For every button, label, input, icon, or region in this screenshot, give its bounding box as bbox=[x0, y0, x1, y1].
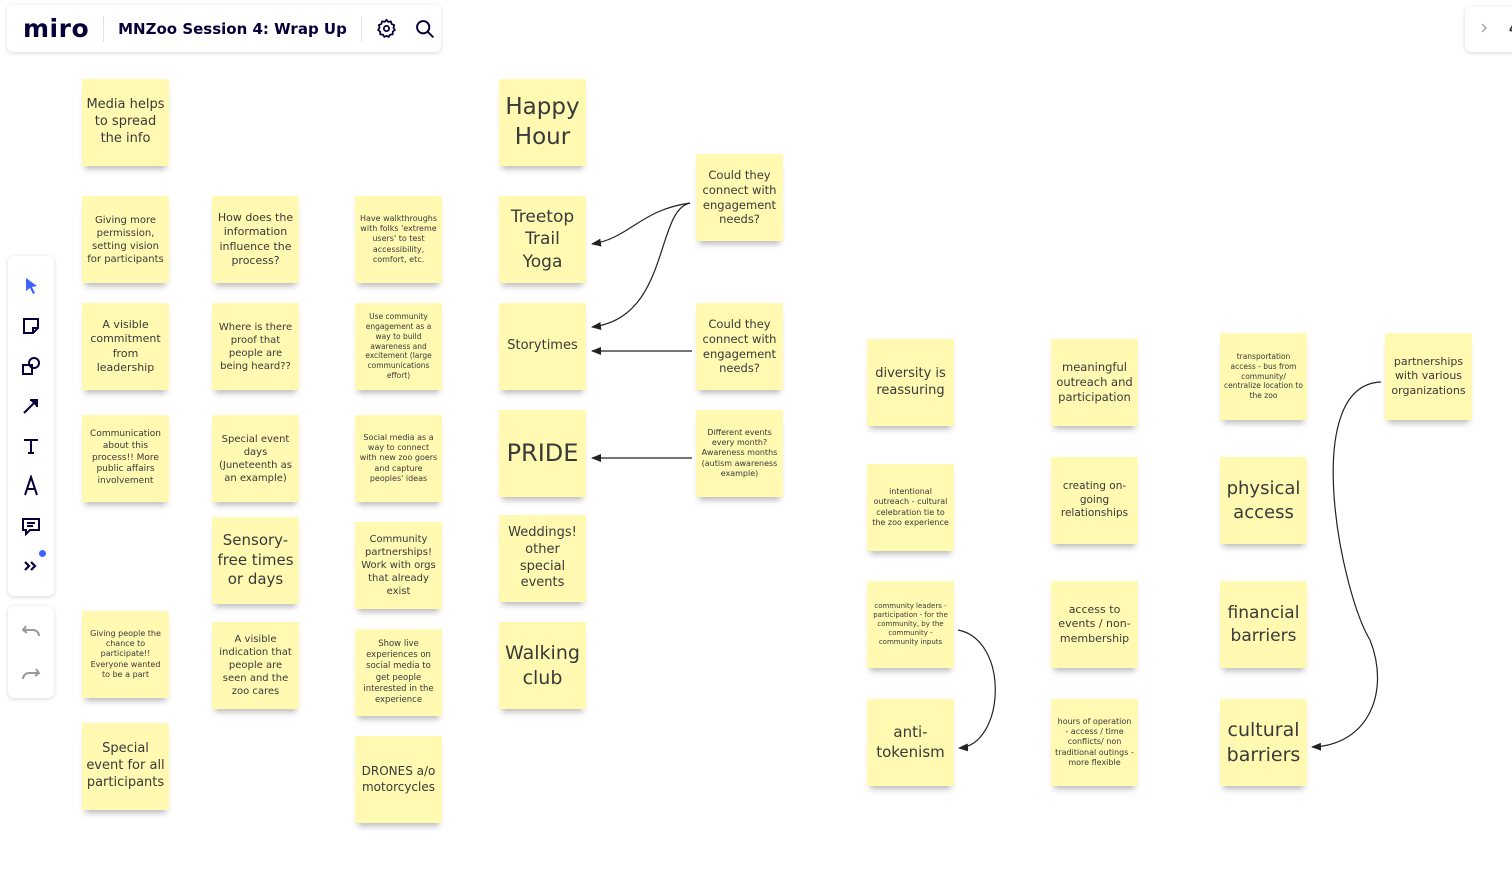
sticky-note[interactable]: Special event days (Juneteenth as an exa… bbox=[212, 415, 299, 502]
sticky-note[interactable]: physical access bbox=[1220, 457, 1307, 544]
sticky-note[interactable]: Sensory-free times or days bbox=[212, 517, 299, 604]
sticky-note[interactable]: Use community engagement as a way to bui… bbox=[355, 303, 442, 390]
connector-line[interactable] bbox=[1311, 381, 1382, 751]
sticky-note[interactable]: A visible commitment from leadership bbox=[82, 303, 169, 390]
sticky-note[interactable]: transportation access - bus from communi… bbox=[1220, 333, 1307, 420]
sticky-note[interactable]: Media helps to spread the info bbox=[82, 79, 169, 166]
sticky-note[interactable]: partnerships with various organizations bbox=[1385, 333, 1472, 420]
sticky-note[interactable]: hours of operation - access / time confl… bbox=[1051, 699, 1138, 786]
sticky-note[interactable]: access to events / non-membership bbox=[1051, 581, 1138, 668]
sticky-note[interactable]: PRIDE bbox=[499, 410, 586, 497]
sticky-note[interactable]: Walking club bbox=[499, 622, 586, 709]
sticky-note[interactable]: How does the information influence the p… bbox=[212, 196, 299, 283]
sticky-note[interactable]: Where is there proof that people are bei… bbox=[212, 303, 299, 390]
sticky-note[interactable]: Community partnerships! Work with orgs t… bbox=[355, 522, 442, 609]
sticky-note[interactable]: DRONES a/o motorcycles bbox=[355, 736, 442, 823]
sticky-note[interactable]: Special event for all participants bbox=[82, 723, 169, 810]
connector-line[interactable] bbox=[591, 202, 691, 247]
sticky-note[interactable]: Weddings! other special events bbox=[499, 515, 586, 602]
sticky-note[interactable]: cultural barriers bbox=[1220, 699, 1307, 786]
sticky-note[interactable]: Giving more permission, setting vision f… bbox=[82, 196, 169, 283]
sticky-note[interactable]: Treetop Trail Yoga bbox=[499, 196, 586, 283]
sticky-note[interactable]: anti-tokenism bbox=[867, 699, 954, 786]
sticky-note[interactable]: intentional outreach - cultural celebrat… bbox=[867, 464, 954, 551]
sticky-note[interactable]: Have walkthroughs with folks 'extreme us… bbox=[355, 196, 442, 283]
sticky-note[interactable]: Happy Hour bbox=[499, 79, 586, 166]
sticky-note[interactable]: Different events every month? Awareness … bbox=[696, 410, 783, 497]
connector-line[interactable] bbox=[957, 629, 996, 752]
sticky-note[interactable]: Social media as a way to connect with ne… bbox=[355, 415, 442, 502]
sticky-note[interactable]: Storytimes bbox=[499, 303, 586, 390]
sticky-note[interactable]: Giving people the chance to participate!… bbox=[82, 611, 169, 698]
sticky-note[interactable]: community leaders - participation - for … bbox=[867, 581, 954, 668]
sticky-note[interactable]: Show live experiences on social media to… bbox=[355, 629, 442, 716]
sticky-note[interactable]: A visible indication that people are see… bbox=[212, 622, 299, 709]
sticky-note[interactable]: financial barriers bbox=[1220, 581, 1307, 668]
sticky-note[interactable]: Communication about this process!! More … bbox=[82, 415, 169, 502]
sticky-note[interactable]: Could they connect with engagement needs… bbox=[696, 154, 783, 241]
sticky-note[interactable]: Could they connect with engagement needs… bbox=[696, 303, 783, 390]
sticky-note[interactable]: creating on-going relationships bbox=[1051, 457, 1138, 544]
sticky-note[interactable]: meaningful outreach and participation bbox=[1051, 339, 1138, 426]
sticky-note[interactable]: diversity is reassuring bbox=[867, 339, 954, 426]
